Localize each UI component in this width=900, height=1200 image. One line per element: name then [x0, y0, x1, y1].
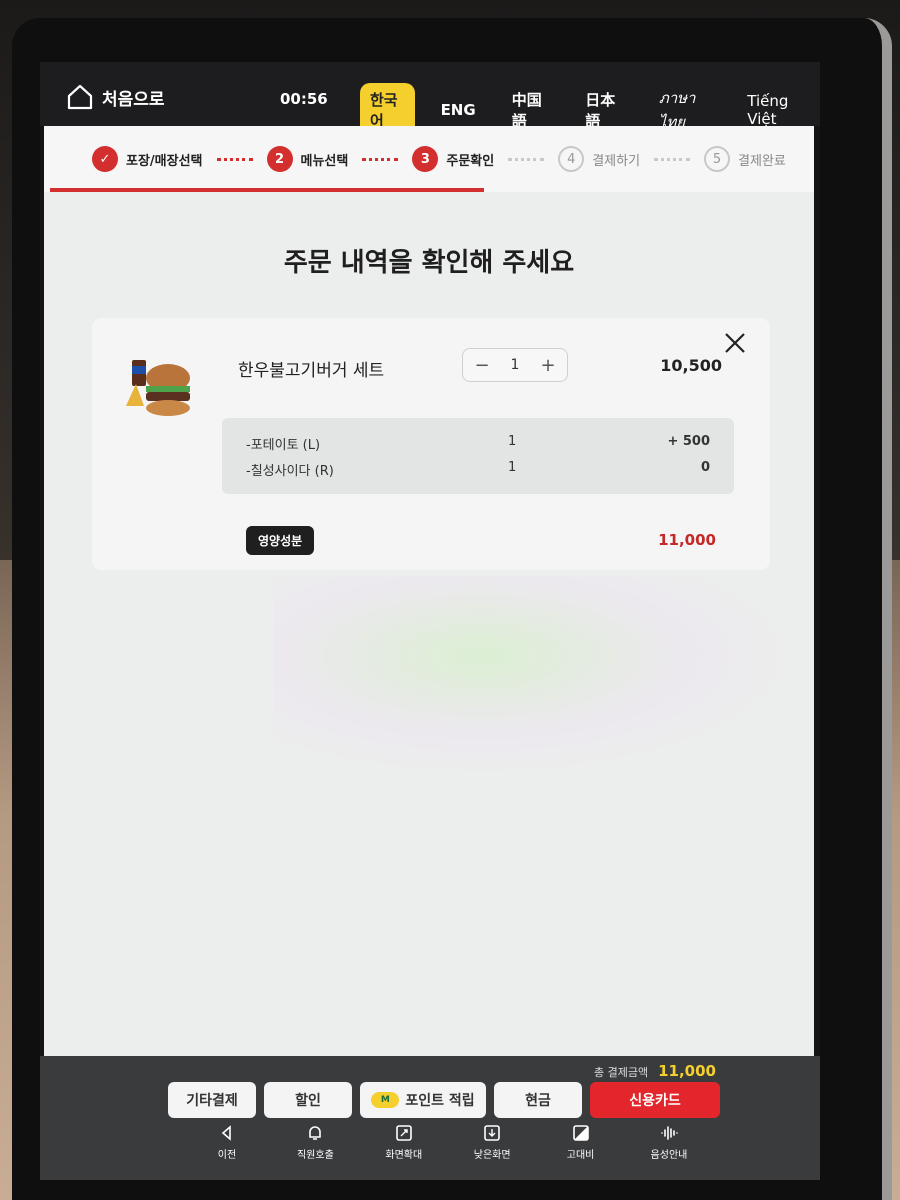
step-label: 결제하기: [592, 153, 641, 169]
point-earn-button[interactable]: M 포인트 적립: [360, 1082, 486, 1118]
total-amount: 11,000: [658, 1062, 716, 1080]
option-price: + 500: [667, 434, 710, 449]
top-bar: 처음으로 00:56 한국어 ENG 中国語 日本語 ภาษาไทย Tiếng…: [40, 62, 820, 137]
point-earn-label: 포인트 적립: [405, 1093, 475, 1109]
option-row: -포테이토 (L) 1 + 500: [246, 434, 710, 454]
remove-item-button[interactable]: [722, 330, 748, 356]
nutrition-button[interactable]: 영양성분: [246, 526, 315, 555]
step-divider: [508, 157, 545, 161]
kiosk-screen: 처음으로 00:56 한국어 ENG 中国語 日本語 ภาษาไทย Tiếng…: [40, 62, 820, 1180]
high-contrast-button[interactable]: 고대비: [546, 1124, 616, 1176]
zoom-label: 화면확대: [385, 1150, 423, 1161]
home-label: 처음으로: [102, 89, 165, 110]
bell-icon: [309, 1126, 322, 1140]
discount-button[interactable]: 할인: [264, 1082, 352, 1118]
options-box: -포테이토 (L) 1 + 500 -칠성사이다 (R) 1 0: [222, 418, 734, 494]
step-number: 4: [558, 146, 585, 172]
other-payment-button[interactable]: 기타결제: [168, 1082, 256, 1118]
membership-point-icon: M: [371, 1092, 400, 1108]
option-qty: 1: [508, 434, 517, 449]
zoom-screen-button[interactable]: 화면확대: [369, 1124, 439, 1176]
cash-button[interactable]: 현금: [494, 1082, 582, 1118]
low-screen-button[interactable]: 낮은화면: [457, 1124, 527, 1176]
burger-set-image: [126, 360, 190, 416]
step-divider: [654, 157, 691, 161]
option-qty: 1: [508, 460, 517, 475]
check-icon: ✓: [92, 146, 118, 172]
item-total: 11,000: [658, 531, 716, 549]
call-staff-button[interactable]: 직원호출: [280, 1124, 350, 1176]
session-timer: 00:56: [280, 90, 328, 108]
item-price: 10,500: [660, 356, 722, 375]
kiosk-frame: 처음으로 00:56 한국어 ENG 中国語 日本語 ภาษาไทย Tiếng…: [12, 18, 892, 1200]
voice-guide-label: 음성안내: [650, 1150, 688, 1161]
screen-glare: [274, 576, 794, 776]
step-number: 3: [412, 146, 439, 172]
option-name: -포테이토 (L): [246, 438, 321, 453]
back-label: 이전: [217, 1150, 237, 1161]
quantity-value: 1: [510, 357, 520, 373]
high-contrast-label: 고대비: [566, 1150, 595, 1161]
step-indicator: ✓ 포장/매장선택 2 메뉴선택 3 주문확인 4 결제하기 5 결제완료: [44, 126, 814, 192]
increase-quantity-button[interactable]: +: [539, 355, 557, 376]
step-4: 4 결제하기: [558, 146, 640, 172]
content-panel: ✓ 포장/매장선택 2 메뉴선택 3 주문확인 4 결제하기 5 결제완료 주문…: [44, 126, 814, 1056]
page-title: 주문 내역을 확인해 주세요: [283, 248, 575, 278]
back-button[interactable]: 이전: [192, 1124, 262, 1176]
call-staff-label: 직원호출: [296, 1150, 334, 1161]
step-2: 2 메뉴선택: [266, 146, 349, 172]
step-label: 메뉴선택: [300, 153, 349, 169]
low-screen-label: 낮은화면: [473, 1150, 511, 1161]
decrease-quantity-button[interactable]: −: [473, 355, 491, 376]
order-item-card: 한우불고기버거 세트 − 1 + 10,500 -포테이토 (L) 1 + 50…: [92, 318, 770, 570]
payment-buttons: 기타결제 할인 M 포인트 적립 현금 신용카드: [168, 1082, 720, 1118]
credit-card-button[interactable]: 신용카드: [590, 1082, 720, 1118]
step-label: 포장/매장선택: [126, 153, 203, 169]
lang-english[interactable]: ENG: [431, 95, 486, 125]
payment-bar: 총 결제금액 11,000 기타결제 할인 M 포인트 적립 현금 신용카드 이…: [40, 1056, 820, 1180]
option-price: 0: [700, 460, 710, 475]
step-5: 5 결제완료: [704, 146, 786, 172]
voice-guide-button[interactable]: 음성안내: [634, 1124, 704, 1176]
step-1: ✓ 포장/매장선택: [92, 146, 203, 172]
step-label: 주문확인: [446, 153, 495, 169]
home-button[interactable]: 처음으로: [66, 80, 165, 114]
option-name: -칠성사이다 (R): [246, 464, 334, 479]
step-number: 5: [704, 146, 731, 172]
step-progress-bar: [50, 188, 484, 192]
back-icon: [221, 1125, 231, 1141]
total-row: 총 결제금액 11,000: [594, 1062, 716, 1080]
home-icon: [67, 84, 93, 110]
quantity-stepper: − 1 +: [462, 348, 568, 382]
step-number: 2: [266, 146, 293, 172]
low-screen-icon: [484, 1125, 500, 1141]
step-3: 3 주문확인: [412, 146, 494, 172]
accessibility-bar: 이전 직원호출 화면확대 낮은화면 고대비 음성안내: [168, 1124, 728, 1176]
step-divider: [362, 157, 399, 161]
option-row: -칠성사이다 (R) 1 0: [246, 460, 710, 480]
audio-wave-icon: [661, 1126, 678, 1140]
step-divider: [216, 157, 253, 161]
zoom-icon: [395, 1125, 412, 1141]
item-name: 한우불고기버거 세트: [238, 361, 385, 381]
step-label: 결제완료: [738, 153, 786, 169]
total-label: 총 결제금액: [594, 1066, 649, 1079]
contrast-icon: [572, 1125, 589, 1141]
